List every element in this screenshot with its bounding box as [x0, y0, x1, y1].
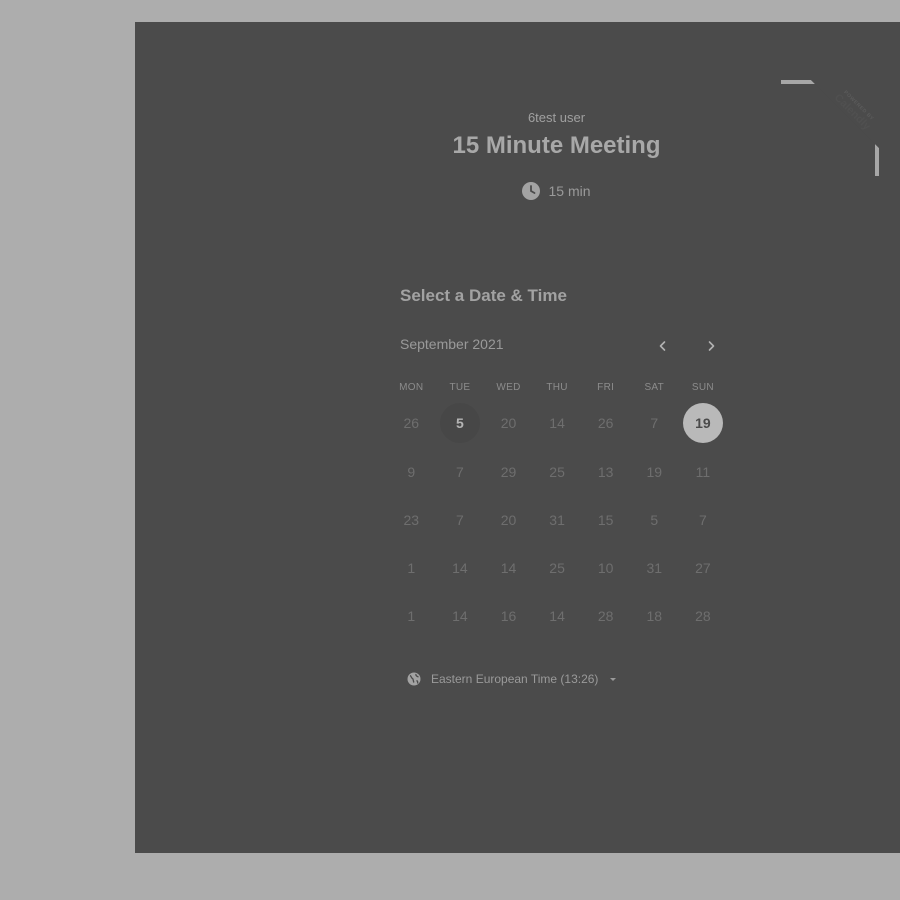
calendar-day: 10: [597, 560, 614, 576]
calendar-day: 14: [452, 560, 468, 576]
calendar-day: 16: [500, 608, 517, 624]
calendar-week: 1 14 16 14 28 18 28: [387, 592, 737, 640]
clock-icon: [522, 182, 541, 200]
calendar-day: 18: [646, 608, 663, 624]
calendar-week: 23 7 20 31 15 5 7: [387, 496, 737, 544]
calendar-day-selected[interactable]: 19: [679, 399, 728, 447]
weekday-label: FRI: [597, 382, 615, 393]
calendar-day: 5: [650, 512, 659, 528]
calendar-day: 7: [698, 512, 707, 528]
calendar-day: 28: [695, 608, 711, 624]
calendar-grid: MON TUE WED THU FRI SAT SUN 26 5 20 14 2…: [387, 382, 737, 640]
weekday-label: WED: [496, 382, 521, 393]
weekday-label: MON: [399, 382, 424, 393]
calendar-day: 28: [597, 608, 614, 624]
calendar-day: 31: [646, 560, 663, 576]
timezone-label: Eastern European Time (13:26): [431, 672, 599, 686]
calendar-day: 7: [455, 512, 464, 528]
calendar-day: 25: [549, 560, 565, 576]
timezone-selector[interactable]: Eastern European Time (13:26): [407, 672, 617, 686]
calendar-week: 1 14 14 25 10 31 27: [387, 544, 737, 592]
calendar-week: 26 5 20 14 26 7 19: [387, 398, 737, 448]
next-month-button[interactable]: [699, 334, 723, 358]
calendar-week: 9 7 29 25 13 19 11: [387, 448, 737, 496]
calendar-day: 14: [500, 560, 517, 576]
globe-icon: [407, 672, 421, 686]
previous-month-button[interactable]: [651, 334, 675, 358]
event-duration: 15 min: [135, 182, 900, 200]
calendar-day: 14: [452, 608, 468, 624]
calendar-day: 27: [695, 560, 711, 576]
calendar-day: 20: [500, 415, 517, 431]
calendar-day: 9: [407, 464, 416, 480]
weekday-label: TUE: [449, 382, 471, 393]
calendar-day: 20: [500, 512, 517, 528]
event-owner: 6test user: [527, 110, 586, 125]
calendar-day: 29: [500, 464, 517, 480]
weekday-label: THU: [546, 382, 568, 393]
chevron-right-icon: [708, 341, 715, 351]
booking-panel: POWERED BY Calendly 6test user 15 Minute…: [135, 22, 900, 853]
chevron-left-icon: [659, 341, 666, 351]
picker-heading: Select a Date & Time: [400, 286, 567, 305]
calendar-day: 26: [403, 415, 420, 431]
weekday-header: MON TUE WED THU FRI SAT SUN: [387, 382, 737, 398]
powered-by-badge[interactable]: POWERED BY Calendly: [781, 80, 879, 176]
calendar-day: 1: [407, 608, 416, 624]
calendar-day: 1: [407, 560, 416, 576]
weekday-label: SUN: [691, 382, 714, 393]
calendar-day: 7: [650, 415, 659, 431]
calendar-day: 14: [549, 415, 565, 431]
caret-down-icon: [610, 677, 617, 681]
event-title: 15 Minute Meeting: [452, 132, 661, 159]
duration-label: 15 min: [548, 183, 591, 199]
calendar-day: 14: [549, 608, 565, 624]
calendar-day: 7: [455, 464, 464, 480]
calendar-day: 31: [549, 512, 565, 528]
calendar-day-available[interactable]: 5: [436, 399, 485, 447]
calendar-day: 15: [597, 512, 614, 528]
calendar-day: 11: [695, 464, 711, 480]
month-label: September 2021: [400, 336, 504, 352]
calendar-day: 13: [597, 464, 614, 480]
calendar-day: 26: [597, 415, 614, 431]
weekday-label: SAT: [644, 382, 665, 393]
calendar-day: 19: [646, 464, 663, 480]
calendar-day: 23: [403, 512, 420, 528]
calendar-day: 25: [549, 464, 565, 480]
